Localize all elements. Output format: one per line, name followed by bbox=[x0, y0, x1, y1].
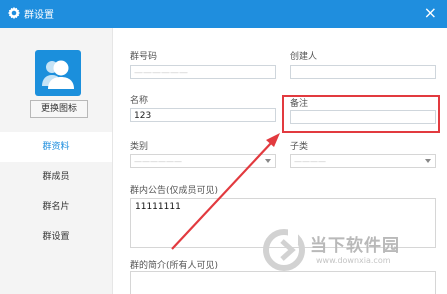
watermark-logo-icon bbox=[263, 228, 305, 271]
watermark: 当下软件园 www.downxia.com bbox=[262, 225, 442, 283]
watermark-url: www.downxia.com bbox=[316, 256, 391, 265]
watermark-title: 当下软件园 bbox=[310, 236, 400, 256]
